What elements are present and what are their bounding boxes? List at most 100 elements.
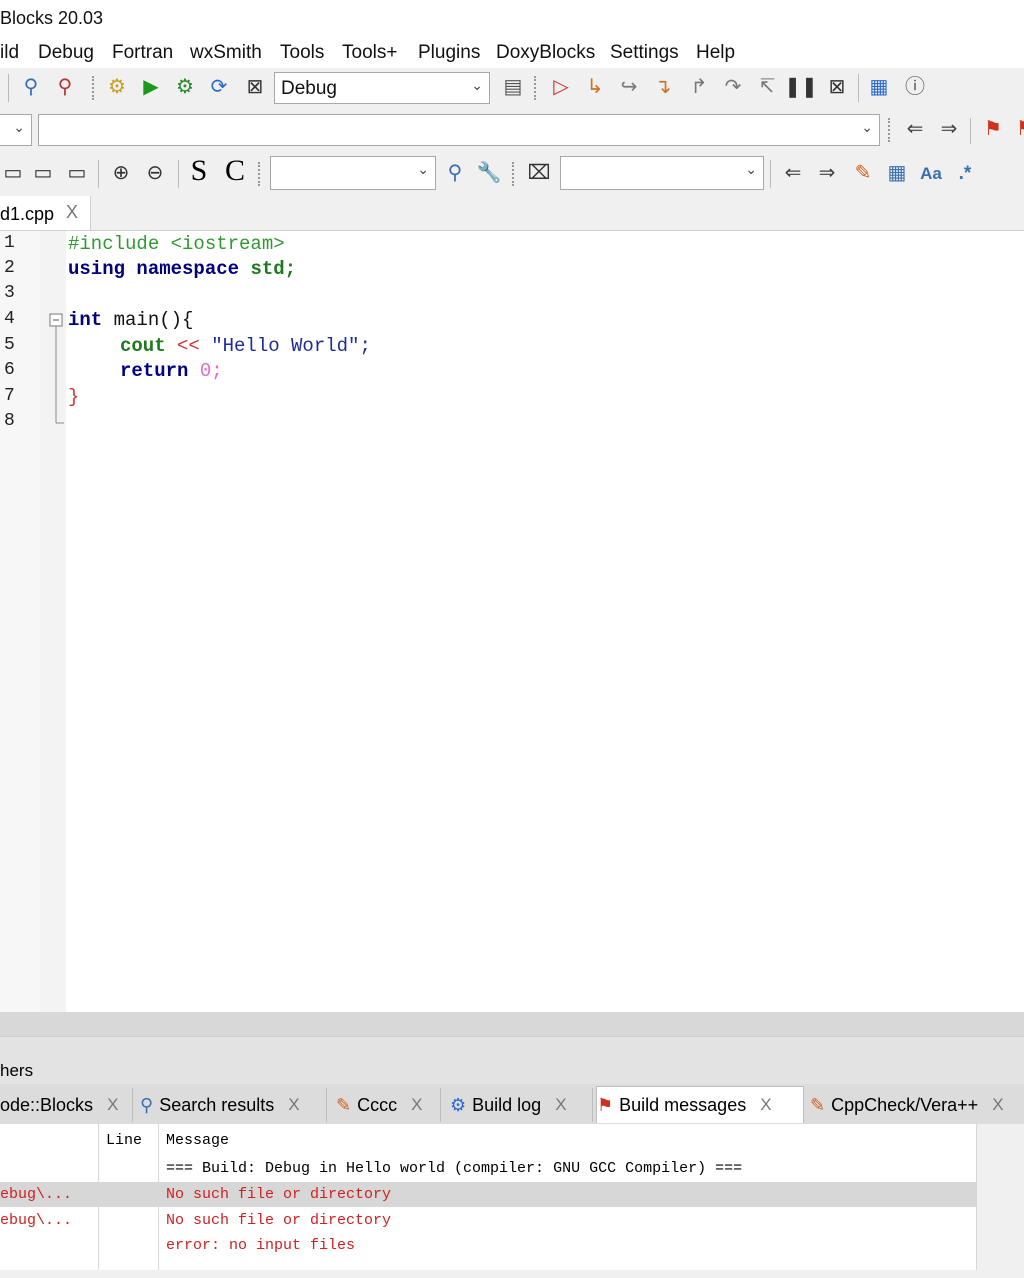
menu-help[interactable]: Help <box>696 42 735 64</box>
close-icon[interactable]: X <box>992 1095 1003 1115</box>
select-rect-icon[interactable]: ▭ <box>30 160 56 186</box>
bookmark-next-icon[interactable]: ⚑ <box>1012 116 1024 142</box>
pause-icon[interactable]: ❚❚ <box>784 74 818 100</box>
menu-settings[interactable]: Settings <box>610 42 679 64</box>
clear-search-icon[interactable]: ⌧ <box>526 160 552 186</box>
zoom-out-icon[interactable]: ⊖ <box>142 160 168 186</box>
tab-cccc[interactable]: ✎ Cccc X <box>336 1088 441 1122</box>
highlight-icon[interactable]: ✎ <box>850 160 876 186</box>
code-line-1: #include <iostream> <box>68 233 285 255</box>
search-text-button[interactable]: S <box>186 156 212 186</box>
line-number: 5 <box>4 335 15 355</box>
tab-build-log[interactable]: ⚙ Build log X <box>450 1088 593 1122</box>
close-icon[interactable]: X <box>555 1095 566 1115</box>
tab-cppcheck-vera[interactable]: ✎ CppCheck/Vera++ X <box>810 1088 1024 1122</box>
keyword: return <box>120 360 189 382</box>
toolbar-build: ⚲ ⚲ ⚙ ▶ ⚙ ⟳ ⊠ Debug ⌄ ▤ ▷ ↳ ↪ ↴ ↱ ↷ ↸ ❚❚… <box>0 68 1024 109</box>
jump-back-icon[interactable]: ⇐ <box>902 116 928 142</box>
chevron-down-icon: ⌄ <box>13 119 25 135</box>
tab-build-messages[interactable]: ⚑ Build messages X <box>596 1086 804 1123</box>
function-select[interactable]: ⌄ <box>38 114 880 146</box>
fold-marker-icon[interactable] <box>40 231 66 431</box>
step-out-icon[interactable]: ↱ <box>686 74 712 100</box>
regex-button[interactable]: .* <box>952 160 978 186</box>
code-line-7: } <box>68 386 80 408</box>
column-header-message[interactable]: Message <box>166 1132 229 1149</box>
build-gear-icon[interactable]: ⚙ <box>104 74 130 100</box>
menu-tools[interactable]: Tools <box>280 42 324 64</box>
messages-scrollbar[interactable] <box>976 1124 1024 1270</box>
menu-doxyblocks[interactable]: DoxyBlocks <box>496 42 595 64</box>
stop-debug-icon[interactable]: ⊠ <box>824 74 850 100</box>
editor-tab[interactable]: d1.cpp X <box>0 196 91 230</box>
zoom-in-icon[interactable]: ⊕ <box>108 160 134 186</box>
scope-select[interactable]: ⌄ <box>0 114 32 146</box>
number-literal: 0; <box>188 360 223 382</box>
rebuild-icon[interactable]: ⟳ <box>206 74 232 100</box>
next-line-icon[interactable]: ↪ <box>616 74 642 100</box>
close-icon[interactable]: X <box>411 1095 422 1115</box>
step-instruction-icon[interactable]: ↸ <box>754 74 780 100</box>
step-into-icon[interactable]: ↴ <box>650 74 676 100</box>
find-icon[interactable]: ⚲ <box>18 74 44 100</box>
logs-panel-header: hers <box>0 1036 1024 1085</box>
search-next-icon[interactable]: ⇒ <box>814 160 840 186</box>
menu-plugins[interactable]: Plugins <box>418 42 480 64</box>
chevron-down-icon: ⌄ <box>745 161 757 177</box>
logs-tab-bar: ode::Blocks X ⚲ Search results X ✎ Cccc X ⚙ Bu… <box>0 1084 1024 1124</box>
menu-debug[interactable]: Debug <box>38 42 94 64</box>
code-editor[interactable]: 1 2 3 4 5 6 7 8 #include <iostream> usin… <box>0 231 1024 1012</box>
select-all-icon[interactable]: ▭ <box>64 160 90 186</box>
build-target-select[interactable]: Debug ⌄ <box>274 72 490 104</box>
gear-icon: ⚙ <box>450 1094 467 1115</box>
build-options-icon[interactable]: ▤ <box>500 74 526 100</box>
search-select[interactable]: ⌄ <box>270 156 436 190</box>
close-icon[interactable]: X <box>760 1095 771 1115</box>
toolbar-search: ▭ ▭ ▭ ⊕ ⊖ S C ⌄ ⚲ 🔧 ⌧ ⌄ ⇐ ⇒ ✎ ▦ Aa .* <box>0 152 1024 197</box>
next-instruction-icon[interactable]: ↷ <box>720 74 746 100</box>
close-icon[interactable]: X <box>66 202 78 223</box>
identifier: main(){ <box>102 309 194 331</box>
pin-icon: ⚑ <box>597 1094 614 1115</box>
code-line-5: cout << "Hello World"; <box>120 335 371 357</box>
abort-icon[interactable]: ⊠ <box>242 74 268 100</box>
clear-text-button[interactable]: C <box>222 156 248 186</box>
file-text: ebug\... <box>0 1212 73 1229</box>
run-to-cursor-icon[interactable]: ↳ <box>582 74 608 100</box>
jump-forward-icon[interactable]: ⇒ <box>936 116 962 142</box>
find-in-files-icon[interactable]: ⚲ <box>52 74 78 100</box>
info-icon[interactable]: ⓘ <box>902 74 928 100</box>
line-number-gutter: 1 2 3 4 5 6 7 8 <box>0 231 40 1012</box>
select-block-icon[interactable]: ▭ <box>0 160 26 186</box>
debug-run-icon[interactable]: ▷ <box>548 74 574 100</box>
menu-wxsmith[interactable]: wxSmith <box>190 42 262 64</box>
line-number: 8 <box>4 411 15 431</box>
bookmark-flag-icon[interactable]: ⚑ <box>980 116 1006 142</box>
search-icon[interactable]: ⚲ <box>442 160 468 186</box>
message-text: No such file or directory <box>166 1212 392 1229</box>
incremental-search-input[interactable]: ⌄ <box>560 156 764 190</box>
column-header-line[interactable]: Line <box>106 1132 142 1149</box>
tab-codeblocks-log[interactable]: ode::Blocks X <box>0 1088 133 1122</box>
run-icon[interactable]: ▶ <box>138 74 164 100</box>
line-number: 4 <box>4 309 15 329</box>
build-messages-list[interactable]: Line Message === Build: Debug in Hello w… <box>0 1124 1024 1270</box>
menu-tools-plus[interactable]: Tools+ <box>342 42 397 64</box>
tab-search-results[interactable]: ⚲ Search results X <box>140 1088 327 1122</box>
debug-windows-icon[interactable]: ▦ <box>866 74 892 100</box>
search-options-icon[interactable]: 🔧 <box>476 160 502 186</box>
pencil-icon: ✎ <box>810 1094 826 1115</box>
horizontal-scrollbar[interactable] <box>0 1012 1024 1036</box>
close-icon[interactable]: X <box>107 1095 118 1115</box>
build-and-run-icon[interactable]: ⚙ <box>172 74 198 100</box>
message-text: === Build: Debug in Hello world (compile… <box>166 1160 743 1177</box>
menu-build[interactable]: ild <box>0 42 19 64</box>
line-number: 3 <box>4 283 15 303</box>
close-icon[interactable]: X <box>288 1095 299 1115</box>
match-case-button[interactable]: Aa <box>918 160 944 186</box>
file-text: ebug\... <box>0 1186 73 1203</box>
selected-text-only-icon[interactable]: ▦ <box>884 160 910 186</box>
search-previous-icon[interactable]: ⇐ <box>780 160 806 186</box>
menu-fortran[interactable]: Fortran <box>112 42 173 64</box>
chevron-down-icon: ⌄ <box>861 119 873 135</box>
